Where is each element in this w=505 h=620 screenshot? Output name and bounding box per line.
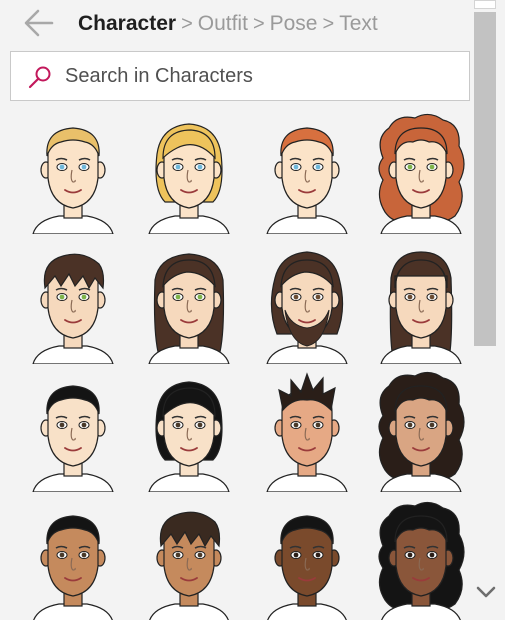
character-tile[interactable]	[139, 496, 239, 620]
character-avatar	[32, 127, 114, 235]
breadcrumb-separator: >	[181, 12, 193, 35]
chevron-down-icon	[476, 586, 496, 598]
character-tile[interactable]	[257, 366, 357, 493]
character-tile[interactable]	[23, 238, 123, 365]
character-avatar	[266, 127, 348, 235]
character-avatar	[266, 251, 348, 365]
character-avatar	[148, 381, 230, 493]
character-tile[interactable]	[23, 366, 123, 493]
character-tile[interactable]	[23, 496, 123, 620]
crumb-text[interactable]: Text	[339, 12, 378, 36]
scrollbar-thumb[interactable]	[474, 12, 496, 346]
character-avatar	[148, 253, 230, 365]
breadcrumb-separator: >	[322, 12, 335, 35]
character-avatar	[148, 123, 230, 235]
search-box[interactable]	[10, 51, 470, 101]
character-tile[interactable]	[139, 238, 239, 365]
header: Character > Outfit > Pose > Text	[9, 0, 472, 48]
character-avatar	[32, 253, 114, 365]
window-edge	[0, 0, 9, 620]
crumb-outfit[interactable]: Outfit	[198, 12, 248, 36]
character-avatar	[378, 113, 465, 235]
scroll-down-button[interactable]	[474, 580, 498, 604]
breadcrumb: Character > Outfit > Pose > Text	[78, 10, 378, 38]
character-tile[interactable]	[139, 366, 239, 493]
character-avatar	[378, 371, 465, 493]
character-tile[interactable]	[371, 496, 471, 620]
character-grid	[9, 108, 472, 620]
character-tile[interactable]	[257, 496, 357, 620]
search-icon	[28, 66, 51, 89]
character-tile[interactable]	[257, 238, 357, 365]
character-tile[interactable]	[371, 108, 471, 235]
character-tile[interactable]	[23, 108, 123, 235]
character-panel: Character > Outfit > Pose > Text	[9, 0, 472, 620]
character-tile[interactable]	[257, 108, 357, 235]
character-avatar	[380, 251, 462, 365]
character-avatar	[33, 515, 113, 620]
character-avatar	[149, 511, 229, 620]
search-input[interactable]	[65, 52, 455, 100]
scrollbar-top	[474, 0, 496, 9]
character-avatar	[32, 385, 114, 493]
crumb-character[interactable]: Character	[78, 12, 176, 36]
character-tile[interactable]	[371, 366, 471, 493]
character-avatar	[266, 372, 348, 493]
character-tile[interactable]	[139, 108, 239, 235]
arrow-left-icon	[24, 9, 54, 37]
back-button[interactable]	[21, 6, 57, 40]
breadcrumb-separator: >	[252, 12, 265, 35]
character-avatar	[378, 501, 465, 620]
character-tile[interactable]	[371, 238, 471, 365]
crumb-pose[interactable]: Pose	[270, 12, 318, 36]
character-avatar	[267, 515, 347, 620]
